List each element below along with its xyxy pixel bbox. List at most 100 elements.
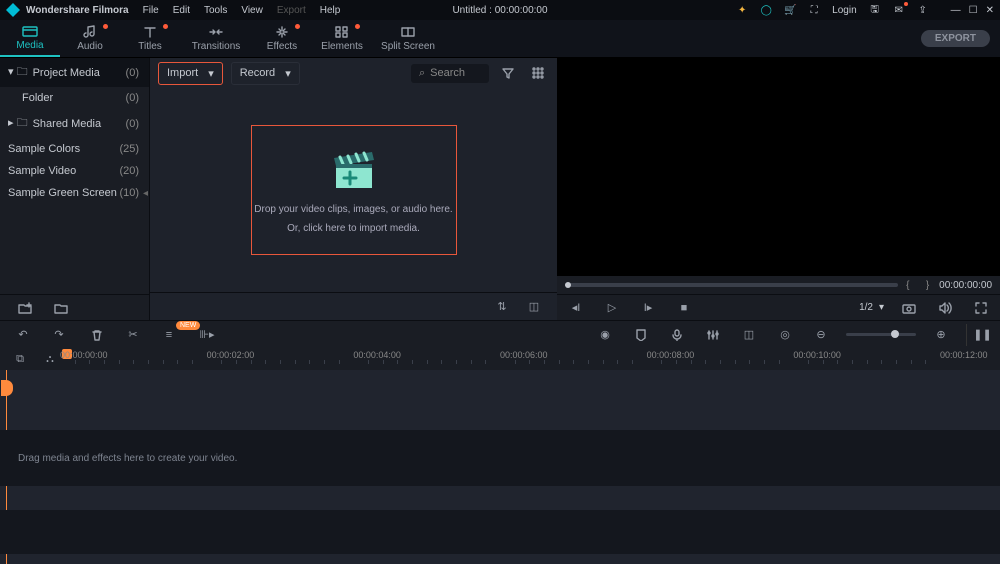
tab-label: Transitions — [192, 41, 241, 52]
keyframe-icon[interactable]: ◫ — [738, 324, 760, 346]
sidebar-item-count: (0) — [126, 92, 139, 104]
sidebar-item-label: Sample Video — [8, 165, 76, 177]
mixer-icon[interactable] — [702, 324, 724, 346]
menu-view[interactable]: View — [241, 5, 263, 16]
marker-icon[interactable] — [630, 324, 652, 346]
clapperboard-icon — [326, 146, 382, 192]
folder-icon[interactable] — [50, 297, 72, 319]
close-button[interactable]: ✕ — [986, 5, 994, 16]
next-frame-button[interactable]: I▸ — [637, 297, 659, 319]
ruler-tick: 00:00:00:00 — [60, 350, 108, 360]
category-tabs: Media Audio Titles Transitions Effects E… — [0, 20, 1000, 58]
ruler-tick: 00:00:12:00 — [940, 350, 988, 360]
export-button[interactable]: EXPORT — [921, 30, 990, 47]
grid-view-icon[interactable] — [527, 62, 549, 84]
record-keyframe-icon[interactable]: ◎ — [774, 324, 796, 346]
ruler-tick: 00:00:10:00 — [793, 350, 841, 360]
import-dropdown[interactable]: Import ▾ — [158, 62, 223, 85]
timeline-expand-icon[interactable]: ⧉ — [10, 348, 30, 370]
menu-help[interactable]: Help — [320, 5, 341, 16]
new-folder-icon[interactable] — [14, 297, 36, 319]
render-preview-icon[interactable]: ◉ — [594, 324, 616, 346]
zoom-slider[interactable] — [846, 333, 916, 336]
sidebar-item-sample-green-screen[interactable]: Sample Green Screen (10) — [0, 182, 149, 204]
premium-icon[interactable]: ✦ — [736, 4, 748, 16]
ruler-tick: 00:00:08:00 — [647, 350, 695, 360]
tab-split-screen[interactable]: Split Screen — [372, 20, 444, 57]
volume-icon[interactable] — [934, 297, 956, 319]
search-placeholder: Search — [430, 67, 465, 79]
timeline-link-icon[interactable]: ⛬ — [40, 348, 60, 370]
cart-icon[interactable]: 🛒 — [784, 4, 796, 16]
zoom-in-icon[interactable]: ⊕ — [930, 324, 952, 346]
sort-icon[interactable]: ⇅ — [491, 296, 513, 318]
ruler-tick: 00:00:04:00 — [353, 350, 401, 360]
sidebar-item-project-media[interactable]: ▾ 🗀 Project Media (0) — [0, 58, 149, 87]
gift-icon[interactable]: ⛶ — [808, 4, 820, 16]
tab-label: Split Screen — [381, 41, 435, 52]
sidebar-item-label: Project Media — [33, 67, 100, 79]
account-icon[interactable]: ⇪ — [917, 4, 929, 16]
timeline-toolbar: NEW ↶ ↷ ✂ ≡ ⊪▸ ◉ ◫ ◎ ⊖ ⊕ ❚❚ — [0, 320, 1000, 348]
menu-export: Export — [277, 5, 306, 16]
zoom-fit-icon[interactable]: ❚❚ — [966, 324, 988, 346]
import-dropzone[interactable]: Drop your video clips, images, or audio … — [251, 125, 457, 255]
prev-frame-button[interactable]: ◂I — [565, 297, 587, 319]
tab-media[interactable]: Media — [0, 20, 60, 57]
menu-tools[interactable]: Tools — [204, 5, 227, 16]
preview-panel: { } 00:00:00:00 ◂I ▷ I▸ ■ 1/2 ▾ — [557, 58, 1000, 320]
preview-timecode: 00:00:00:00 — [939, 280, 992, 291]
menu-edit[interactable]: Edit — [173, 5, 190, 16]
mail-icon[interactable]: ✉ — [893, 4, 905, 16]
save-icon[interactable]: 🖫 — [869, 4, 881, 16]
sidebar-item-count: (25) — [119, 143, 139, 155]
support-icon[interactable]: ◯ — [760, 4, 772, 16]
sidebar-collapse-icon[interactable]: ◂ — [143, 188, 148, 199]
timeline-ruler[interactable]: 00:00:00:0000:00:02:0000:00:04:0000:00:0… — [60, 348, 1000, 370]
dropzone-text-1: Drop your video clips, images, or audio … — [254, 204, 452, 215]
maximize-button[interactable]: ☐ — [969, 5, 978, 16]
app-logo-icon — [6, 3, 20, 17]
chevron-down-icon: ▾ — [208, 67, 214, 80]
sidebar-item-label: Shared Media — [33, 118, 102, 130]
sidebar-item-shared-media[interactable]: ▸ 🗀 Shared Media (0) — [0, 109, 149, 138]
sidebar-item-sample-colors[interactable]: Sample Colors (25) — [0, 138, 149, 160]
redo-button[interactable]: ↷ — [48, 324, 70, 346]
snapshot-icon[interactable] — [898, 297, 920, 319]
tab-label: Elements — [321, 41, 363, 52]
sidebar-item-count: (0) — [126, 67, 139, 79]
menu-file[interactable]: File — [143, 5, 159, 16]
tab-titles[interactable]: Titles — [120, 20, 180, 57]
preview-quality-dropdown[interactable]: 1/2 ▾ — [859, 302, 884, 313]
timeline-tracks[interactable]: Drag media and effects here to create yo… — [0, 370, 1000, 564]
chevron-down-icon: ▾ — [285, 67, 291, 80]
record-dropdown[interactable]: Record ▾ — [231, 62, 300, 85]
dropdown-label: Record — [240, 67, 275, 79]
sidebar-item-label: Sample Colors — [8, 143, 80, 155]
sidebar-item-folder[interactable]: Folder (0) — [0, 87, 149, 109]
login-button[interactable]: Login — [832, 5, 856, 16]
tab-transitions[interactable]: Transitions — [180, 20, 252, 57]
voiceover-icon[interactable] — [666, 324, 688, 346]
fullscreen-icon[interactable] — [970, 297, 992, 319]
split-button[interactable]: ✂ — [122, 324, 144, 346]
minimize-button[interactable]: — — [951, 5, 961, 16]
preview-scrubber[interactable] — [565, 283, 898, 287]
delete-button[interactable] — [86, 324, 108, 346]
undo-button[interactable]: ↶ — [12, 324, 34, 346]
stop-button[interactable]: ■ — [673, 297, 695, 319]
play-button[interactable]: ▷ — [601, 297, 623, 319]
thumbnail-size-icon[interactable]: ◫ — [523, 296, 545, 318]
playhead-handle[interactable] — [1, 380, 13, 396]
tab-label: Effects — [267, 41, 297, 52]
filter-icon[interactable] — [497, 62, 519, 84]
tab-elements[interactable]: Elements — [312, 20, 372, 57]
tab-audio[interactable]: Audio — [60, 20, 120, 57]
search-input[interactable]: ⌕ Search — [411, 64, 489, 83]
zoom-out-icon[interactable]: ⊖ — [810, 324, 832, 346]
dropzone-text-2: Or, click here to import media. — [287, 223, 420, 234]
titlebar: Wondershare Filmora File Edit Tools View… — [0, 0, 1000, 20]
sidebar-item-sample-video[interactable]: Sample Video (20) — [0, 160, 149, 182]
sidebar-item-label: Sample Green Screen — [8, 187, 117, 199]
tab-effects[interactable]: Effects — [252, 20, 312, 57]
